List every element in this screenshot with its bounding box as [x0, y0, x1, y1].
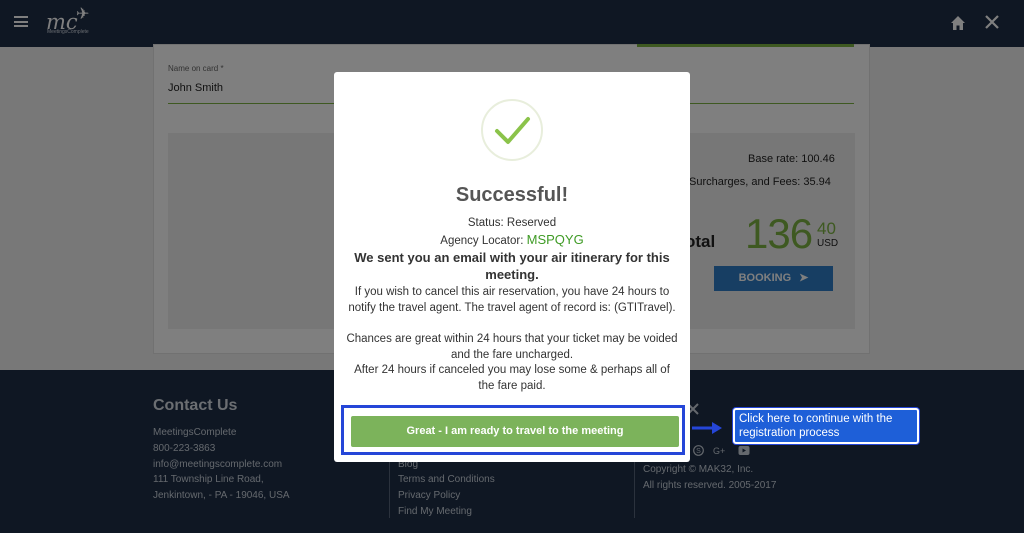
- arrow-icon: [692, 422, 722, 434]
- void-policy-text: Chances are great within 24 hours that y…: [346, 333, 678, 361]
- instruction-callout: Click here to continue with the registra…: [733, 408, 919, 444]
- cancel-policy-text: If you wish to cancel this air reservati…: [348, 286, 676, 314]
- locator-label: Agency Locator:: [440, 235, 524, 247]
- modal-title: Successful!: [455, 184, 569, 206]
- status-text: Status: Reserved: [467, 217, 557, 229]
- success-check-icon: [481, 99, 543, 161]
- after-24h-text: After 24 hours if canceled you may lose …: [354, 364, 670, 392]
- success-modal: Successful! Status: Reserved Agency Loca…: [334, 72, 690, 462]
- agency-locator: Agency Locator: MSPQYG: [346, 232, 678, 249]
- locator-value: MSPQYG: [526, 232, 584, 247]
- email-message: We sent you an email with your air itine…: [354, 250, 670, 282]
- continue-button[interactable]: Great - I am ready to travel to the meet…: [351, 416, 679, 447]
